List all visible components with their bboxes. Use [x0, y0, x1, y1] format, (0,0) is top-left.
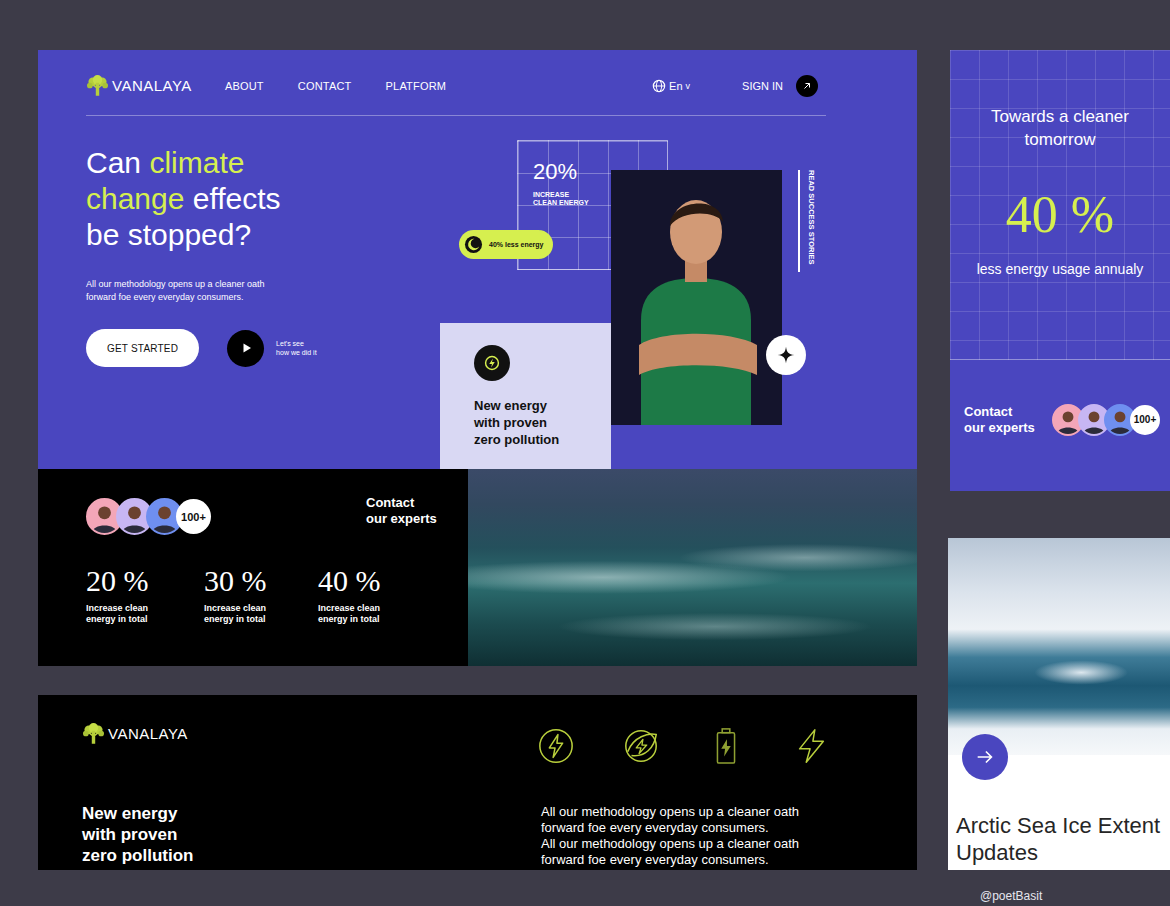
side-stat-card: Towards a cleaner tomorrow 40 % less energ… — [950, 50, 1170, 491]
side-contact-row: Contact our experts 100+ — [950, 360, 1170, 491]
footer-right: All our methodology opens up a cleaner o… — [537, 723, 917, 870]
arrow-right-icon — [974, 746, 996, 768]
stat-item-label: Increase clean energy in total — [318, 603, 388, 625]
person-figure — [611, 170, 782, 425]
expert-avatars[interactable]: 100+ — [86, 498, 211, 535]
hero-section: VANALAYA ABOUT CONTACT PLATFORM Env SIGN IN Ca… — [38, 50, 917, 469]
main-column: VANALAYA ABOUT CONTACT PLATFORM Env SIGN IN Ca… — [38, 50, 917, 870]
footer-logo[interactable]: VANALAYA — [82, 723, 537, 744]
stats-section: 100+Contact our experts20 %Increase clea… — [38, 469, 917, 666]
stat-item: 20 % Increase clean energy in total — [86, 563, 204, 625]
energy-icons — [537, 727, 917, 765]
nav-link[interactable]: PLATFORM — [386, 80, 447, 92]
logo[interactable]: VANALAYA — [86, 75, 192, 96]
ocean-photo — [468, 469, 917, 666]
language-switch[interactable]: Env — [652, 79, 690, 93]
contact-experts-link[interactable]: Contact our experts — [366, 495, 438, 527]
feature-card: New energy with proven zero pollution — [440, 323, 611, 469]
footer-heading: New energy with proven zero pollution — [82, 803, 200, 866]
success-stories-link[interactable]: READ SUCCESS STORIES — [806, 170, 816, 264]
video-caption: Let's see how we did it — [276, 339, 318, 357]
design-showcase: VANALAYA ABOUT CONTACT PLATFORM Env SIGN IN Ca… — [0, 0, 1170, 906]
bolt-icon — [481, 352, 503, 374]
side-experts-count: 100+ — [1130, 405, 1160, 435]
stat-item-value: 30 % — [204, 563, 318, 599]
language-caret: v — [686, 81, 691, 91]
stats-panel: 100+Contact our experts20 %Increase clea… — [38, 469, 468, 666]
experts-count: 100+ — [176, 499, 211, 534]
side-contact-link[interactable]: Contact our experts — [964, 404, 1036, 436]
footer-paragraph: All our methodology opens up a cleaner o… — [541, 836, 821, 868]
nav-link[interactable]: CONTACT — [298, 80, 352, 92]
experts-row: 100+ Contact our experts — [86, 498, 438, 535]
person-photo — [611, 170, 782, 425]
stat-item: 40 % Increase clean energy in total — [318, 563, 434, 625]
get-started-button[interactable]: GET STARTED — [86, 329, 199, 367]
hero-body: Can climate change effects be stopped? Al… — [86, 116, 826, 469]
title-highlight: climate change — [86, 146, 244, 215]
play-icon — [236, 338, 256, 358]
energy-badge-label: 40% less energy — [489, 241, 543, 248]
hero-actions: GET STARTED Let's see how we did it — [86, 329, 440, 367]
hero-subtitle: All our methodology opens up a cleaner o… — [86, 278, 271, 304]
stat-item-label: Increase clean energy in total — [204, 603, 274, 625]
arrow-circle — [796, 75, 818, 97]
side-link-rule — [798, 170, 800, 272]
article-card[interactable]: Arctic Sea Ice Extent Updates — [948, 538, 1170, 870]
stat-item-label: Increase clean energy in total — [86, 603, 156, 625]
sparkle-button[interactable] — [766, 335, 806, 375]
footer-brand-name: VANALAYA — [108, 725, 188, 742]
globe-icon — [652, 79, 666, 93]
hero-copy: Can climate change effects be stopped? Al… — [86, 116, 440, 469]
energy-badge: 40% less energy — [459, 230, 553, 259]
stat-item-value: 40 % — [318, 563, 434, 599]
tree-icon — [82, 723, 105, 744]
arrow-up-right-icon — [801, 80, 813, 92]
site-header: VANALAYA ABOUT CONTACT PLATFORM Env SIGN IN — [86, 50, 826, 116]
battery-icon — [707, 727, 745, 765]
stat-list: 20 %Increase clean energy in total30 %In… — [86, 563, 438, 625]
side-caption: less energy usage annualy — [977, 259, 1144, 279]
stat-item: 30 % Increase clean energy in total — [204, 563, 318, 625]
brand-name: VANALAYA — [112, 77, 192, 94]
tree-icon — [86, 75, 109, 96]
language-label: En — [669, 80, 682, 92]
nav-link[interactable]: ABOUT — [225, 80, 264, 92]
sign-in-label: SIGN IN — [742, 80, 783, 92]
stat-item-value: 20 % — [86, 563, 204, 599]
header-left: VANALAYA ABOUT CONTACT PLATFORM — [86, 75, 446, 96]
side-value: 40 % — [1006, 185, 1114, 245]
footer-section: VANALAYA New energy with proven zero poll… — [38, 695, 917, 870]
footer-paragraph: All our methodology opens up a cleaner o… — [541, 804, 821, 836]
bolt-circle-icon — [537, 727, 575, 765]
hero-art: 20%INCREASE CLEAN ENERGY40% less energyR… — [440, 116, 826, 469]
article-arrow-button[interactable] — [962, 734, 1008, 780]
header-right: Env SIGN IN — [652, 75, 818, 97]
side-column: Towards a cleaner tomorrow 40 % less energ… — [948, 50, 1170, 903]
side-stat-top: Towards a cleaner tomorrow 40 % less energ… — [950, 50, 1170, 360]
feature-icon-circle — [474, 345, 510, 381]
play-button[interactable] — [227, 330, 264, 367]
side-avatars[interactable]: 100+ — [1052, 404, 1160, 436]
arctic-photo — [948, 538, 1170, 755]
sparkle-icon — [776, 345, 796, 365]
footer-text: All our methodology opens up a cleaner o… — [541, 804, 821, 868]
moon-icon — [464, 235, 483, 254]
lightning-icon — [792, 727, 830, 765]
main-nav: ABOUT CONTACT PLATFORM — [225, 80, 446, 92]
stat-label: INCREASE CLEAN ENERGY — [533, 191, 591, 207]
hero-title: Can climate change effects be stopped? — [86, 145, 306, 253]
feature-text: New energy with proven zero pollution — [474, 397, 564, 448]
side-title: Towards a cleaner tomorrow — [975, 105, 1145, 151]
sign-in-button[interactable]: SIGN IN — [742, 75, 818, 97]
footer-left: VANALAYA New energy with proven zero poll… — [82, 723, 537, 870]
author-credit: @poetBasit — [948, 889, 1170, 903]
leaf-bolt-icon — [622, 727, 660, 765]
